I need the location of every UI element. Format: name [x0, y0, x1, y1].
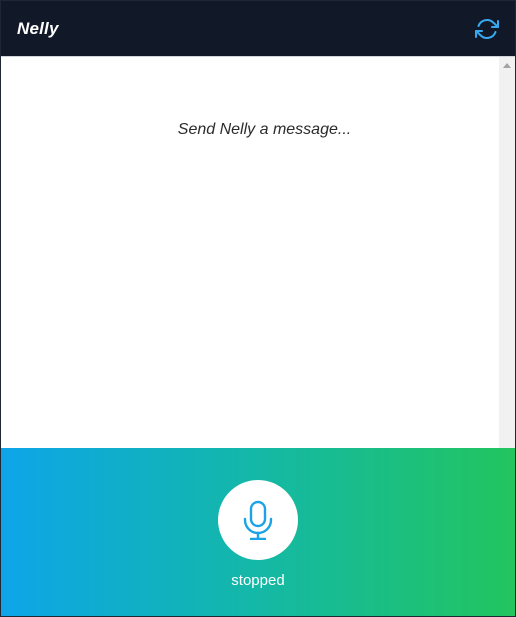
chat-window: Nelly Send Nelly a message... stopped — [0, 0, 516, 617]
header-bar: Nelly — [1, 1, 515, 57]
scrollbar[interactable] — [499, 57, 515, 448]
voice-panel: stopped — [1, 448, 515, 616]
microphone-icon — [243, 500, 273, 540]
scroll-up-arrow-icon[interactable] — [503, 63, 511, 68]
refresh-button[interactable] — [475, 17, 499, 41]
microphone-button[interactable] — [218, 480, 298, 560]
refresh-icon — [475, 19, 499, 39]
app-title: Nelly — [17, 19, 59, 38]
message-placeholder: Send Nelly a message... — [177, 121, 352, 138]
recording-status: stopped — [231, 572, 285, 589]
message-area[interactable]: Send Nelly a message... — [1, 57, 499, 448]
